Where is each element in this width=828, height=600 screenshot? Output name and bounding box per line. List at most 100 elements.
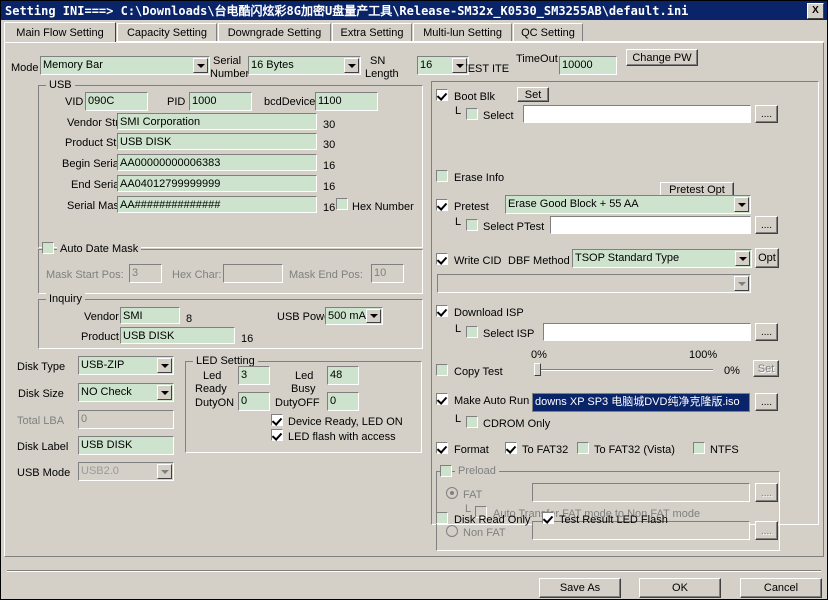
inquiry-vendor-input[interactable]: SMI [120,307,180,324]
format-checkbox[interactable] [436,442,448,454]
boot-select-checkbox[interactable] [466,108,478,120]
tab-multi-lun-setting[interactable]: Multi-lun Setting [413,23,512,41]
boot-select-browse-button[interactable]: .... [755,105,778,123]
chevron-down-icon[interactable] [344,58,359,73]
preload-title: Preload [455,465,499,477]
select-isp-checkbox[interactable] [466,326,478,338]
inquiry-product-input[interactable]: USB DISK [120,327,235,344]
disk-label-input[interactable]: USB DISK [78,436,174,455]
tab-downgrade-setting[interactable]: Downgrade Setting [218,23,331,41]
timeout-input[interactable]: 10000 [559,56,617,75]
make-auto-run-browse-button[interactable]: .... [755,393,778,411]
inquiry-product-length: 16 [241,333,253,345]
duty-off-input[interactable]: 0 [327,392,359,411]
make-auto-run-checkbox[interactable] [436,393,448,405]
save-as-button[interactable]: Save As [539,578,621,598]
download-isp-checkbox[interactable] [436,305,448,317]
mask-end-pos-input[interactable]: 10 [371,264,404,283]
tab-extra-setting[interactable]: Extra Setting [332,23,412,41]
product-str-input[interactable]: USB DISK [117,133,317,150]
bcd-device-input[interactable]: 1100 [315,92,378,111]
test-result-led-flash-checkbox[interactable] [542,512,554,524]
led-flash-with-access-checkbox[interactable] [271,429,283,441]
tab-qc-setting[interactable]: QC Setting [513,23,583,41]
duty-on-input[interactable]: 0 [238,392,270,411]
copy-test-slider-track[interactable] [536,369,713,371]
end-serial-input[interactable]: AA04012799999999 [117,175,317,192]
fat-radio[interactable] [446,487,458,499]
vendor-str-input[interactable]: SMI Corporation [117,113,317,130]
cancel-button[interactable]: Cancel [740,578,822,598]
end-serial-length: 16 [323,181,335,193]
led-ready-input[interactable]: 3 [238,366,270,385]
pretest-select[interactable]: Erase Good Block + 55 AA [505,195,751,214]
boot-select-input[interactable] [523,105,751,123]
chevron-down-icon[interactable] [452,58,467,73]
close-icon[interactable]: X [807,3,824,19]
vid-input[interactable]: 090C [85,92,148,111]
disk-read-only-checkbox[interactable] [436,512,448,524]
sn-length-select[interactable]: 16 [417,56,469,75]
device-ready-led-on-checkbox[interactable] [271,414,283,426]
select-ptest-browse-button[interactable]: .... [755,216,778,234]
chevron-down-icon[interactable] [735,251,750,266]
select-isp-input[interactable] [543,323,751,341]
erase-info-checkbox[interactable] [436,170,448,182]
led-busy-input[interactable]: 48 [327,366,359,385]
copy-test-slider-thumb[interactable] [534,363,541,376]
serial-number-select[interactable]: 16 Bytes [248,56,361,75]
auto-date-mask-checkbox[interactable] [42,242,54,254]
to-fat32-vista-checkbox[interactable] [577,442,589,454]
pretest-checkbox[interactable] [436,199,448,211]
test-result-led-flash-label: Test Result LED Flash [559,514,668,526]
non-fat-browse-button[interactable]: .... [755,521,778,540]
mask-start-pos-input[interactable]: 3 [129,264,162,283]
select-ptest-input[interactable] [550,216,751,234]
boot-blk-set-button[interactable]: Set [517,87,549,102]
chevron-down-icon[interactable] [157,385,172,400]
to-fat32-checkbox[interactable] [505,442,517,454]
chevron-down-icon[interactable] [193,58,208,73]
pid-input[interactable]: 1000 [189,92,252,111]
usb-mode-select[interactable]: USB2.0 [78,462,174,481]
duty-off-label: DutyOFF [275,397,320,409]
timeout-label: TimeOut [516,53,558,65]
erase-info-label: Erase Info [454,172,504,184]
copy-test-checkbox[interactable] [436,364,448,376]
boot-blk-checkbox[interactable] [436,89,448,101]
write-cid-checkbox[interactable] [436,253,448,265]
tab-capacity-setting[interactable]: Capacity Setting [117,23,217,41]
ok-button[interactable]: OK [639,578,721,598]
dbf-method-select[interactable]: TSOP Standard Type [572,249,752,268]
dbf-opt-button[interactable]: Opt [755,248,779,268]
change-pw-button[interactable]: Change PW [626,49,698,66]
hex-char-input[interactable] [223,264,283,283]
to-fat32-vista-label: To FAT32 (Vista) [594,444,675,456]
begin-serial-input[interactable]: AA00000000006383 [117,154,317,171]
disk-type-select[interactable]: USB-ZIP [78,356,174,375]
chevron-down-icon[interactable] [734,197,749,212]
make-auto-run-input[interactable]: downs XP SP3 电脑城DVD纯净克隆版.iso [532,393,750,412]
select-ptest-checkbox[interactable] [466,219,478,231]
hex-number-checkbox[interactable] [336,198,348,210]
serial-mask-input[interactable]: AA############## [117,196,317,213]
preload-checkbox[interactable] [440,465,452,477]
chevron-down-icon[interactable] [734,276,749,291]
fat-browse-button[interactable]: .... [755,483,778,502]
chevron-down-icon[interactable] [366,309,381,323]
chevron-down-icon[interactable] [157,358,172,373]
select-isp-browse-button[interactable]: .... [755,323,778,341]
fat-path-input[interactable] [532,483,750,502]
cdrom-only-checkbox[interactable] [466,416,478,428]
copy-test-set-button[interactable]: Set [753,360,779,377]
dbf-second-select[interactable] [437,274,751,293]
usb-power-select[interactable]: 500 mA [325,307,383,325]
usb-power-value: 500 mA [328,310,366,322]
ntfs-checkbox[interactable] [693,442,705,454]
chevron-down-icon[interactable] [157,464,172,479]
disk-size-select[interactable]: NO Check [78,383,174,402]
non-fat-radio[interactable] [446,525,458,537]
total-lba-input[interactable]: 0 [78,410,174,429]
mode-select[interactable]: Memory Bar [40,56,210,75]
tab-main-flow-setting[interactable]: Main Flow Setting [4,22,116,42]
